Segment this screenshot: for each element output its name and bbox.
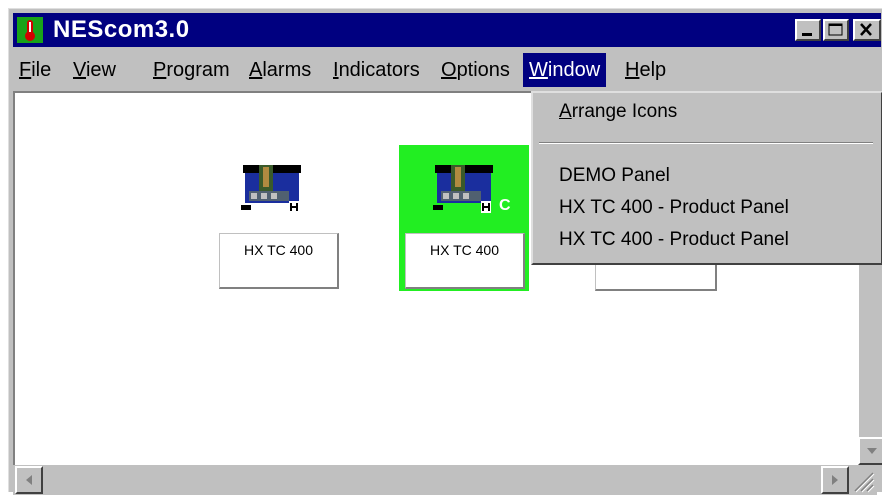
menu-options[interactable]: Options bbox=[435, 53, 516, 87]
scroll-down-button[interactable] bbox=[858, 437, 882, 465]
menu-indicators[interactable]: Indicators bbox=[327, 53, 426, 87]
minimize-button[interactable] bbox=[795, 19, 821, 41]
menu-file[interactable]: File bbox=[13, 53, 57, 87]
panel-label: HX TC 400 bbox=[405, 233, 525, 289]
menu-help[interactable]: Help bbox=[619, 53, 672, 87]
window-list-item[interactable]: HX TC 400 - Product Panel bbox=[559, 229, 789, 251]
status-badge: C bbox=[499, 197, 511, 214]
panel-icon[interactable]: HX TC 400 bbox=[209, 151, 339, 291]
menu-separator bbox=[539, 142, 873, 144]
arrange-icons-item[interactable]: Arrange Icons bbox=[559, 101, 677, 123]
scroll-left-button[interactable] bbox=[15, 466, 43, 494]
close-button[interactable] bbox=[853, 19, 881, 41]
window-list-item[interactable]: HX TC 400 - Product Panel bbox=[559, 197, 789, 219]
menu-alarms[interactable]: Alarms bbox=[243, 53, 317, 87]
menu-bar: File View Program Alarms Indicators Opti… bbox=[13, 49, 881, 91]
controller-icon bbox=[239, 161, 305, 221]
resize-grip-icon[interactable] bbox=[849, 467, 875, 493]
controller-icon bbox=[431, 161, 497, 221]
main-window: NEScom3.0 File View Program Alarms Indic… bbox=[8, 8, 882, 495]
maximize-button[interactable] bbox=[823, 19, 849, 41]
scroll-right-button[interactable] bbox=[821, 466, 849, 494]
panel-icon-selected[interactable]: C HX TC 400 bbox=[399, 145, 529, 291]
menu-window[interactable]: Window bbox=[523, 53, 607, 87]
panel-label: HX TC 400 bbox=[219, 233, 339, 289]
menu-view[interactable]: View bbox=[67, 53, 122, 87]
window-title: NEScom3.0 bbox=[53, 16, 190, 43]
title-bar[interactable]: NEScom3.0 bbox=[13, 13, 881, 47]
window-list-item[interactable]: DEMO Panel bbox=[559, 165, 670, 187]
window-menu-dropdown: Arrange Icons DEMO Panel HX TC 400 - Pro… bbox=[531, 91, 882, 265]
thermometer-icon[interactable] bbox=[17, 17, 43, 43]
horizontal-scrollbar[interactable] bbox=[13, 465, 877, 495]
menu-program[interactable]: Program bbox=[147, 53, 236, 87]
